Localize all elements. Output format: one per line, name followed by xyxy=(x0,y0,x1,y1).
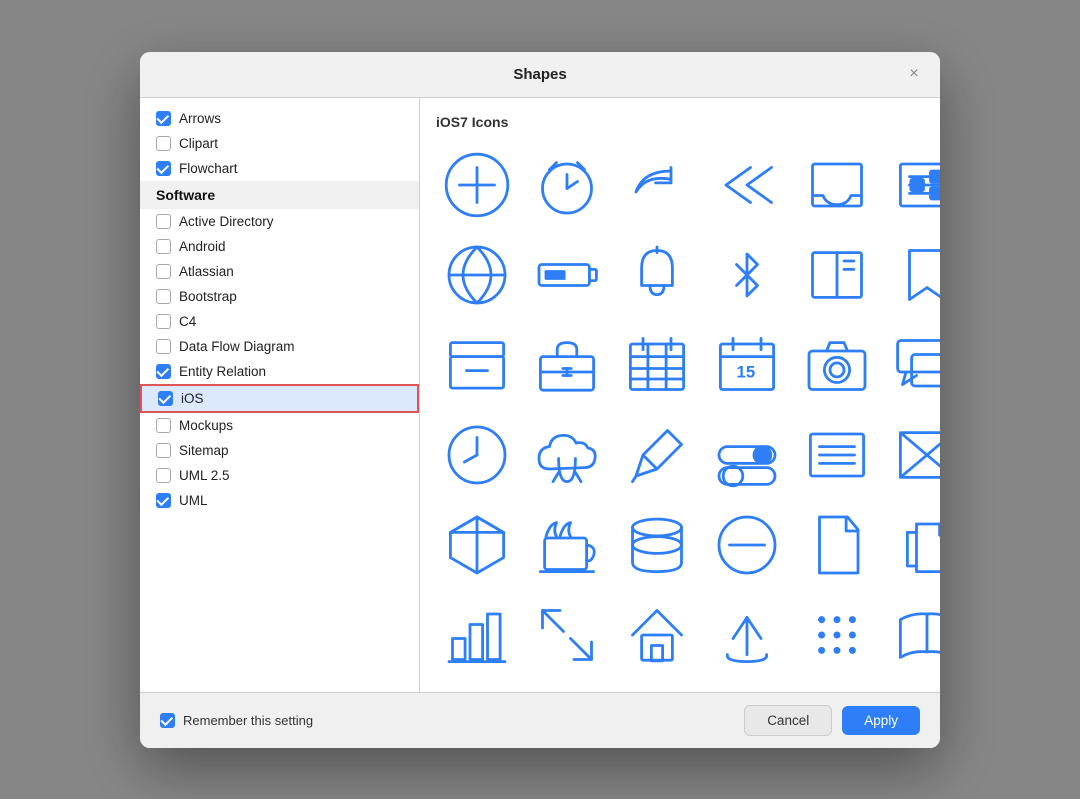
sidebar-label-uml: UML xyxy=(179,493,208,508)
sidebar-item-uml25[interactable]: UML 2.5 xyxy=(140,463,419,488)
close-button[interactable]: × xyxy=(904,64,924,84)
remember-label: Remember this setting xyxy=(183,713,313,728)
checkbox-arrows[interactable] xyxy=(156,111,171,126)
cancel-button[interactable]: Cancel xyxy=(744,705,832,736)
icon-battery[interactable] xyxy=(526,234,608,316)
icon-book[interactable] xyxy=(796,234,878,316)
checkbox-active-directory[interactable] xyxy=(156,214,171,229)
icon-basketball[interactable] xyxy=(436,234,518,316)
icon-edit[interactable] xyxy=(616,414,698,496)
dialog-title: Shapes xyxy=(513,66,566,83)
icon-minus-circle[interactable] xyxy=(706,504,788,586)
checkbox-sitemap[interactable] xyxy=(156,443,171,458)
icon-document[interactable] xyxy=(796,504,878,586)
checkbox-android[interactable] xyxy=(156,239,171,254)
sidebar-item-arrows[interactable]: Arrows xyxy=(140,106,419,131)
icon-database[interactable] xyxy=(616,504,698,586)
sidebar-item-data-flow[interactable]: Data Flow Diagram xyxy=(140,334,419,359)
sidebar-item-flowchart[interactable]: Flowchart xyxy=(140,156,419,181)
dialog-footer: Remember this setting Cancel Apply xyxy=(140,692,940,748)
sidebar-section-software: Software xyxy=(140,181,419,209)
icon-arrow-expand[interactable] xyxy=(526,594,608,676)
checkbox-entity-relation[interactable] xyxy=(156,364,171,379)
sidebar-label-c4: C4 xyxy=(179,314,196,329)
icon-inbox[interactable] xyxy=(796,144,878,226)
icon-upload[interactable] xyxy=(706,594,788,676)
checkbox-uml25[interactable] xyxy=(156,468,171,483)
sidebar-label-active-directory: Active Directory xyxy=(179,214,274,229)
icons-section-title: iOS7 Icons xyxy=(436,114,924,130)
checkbox-remember[interactable] xyxy=(160,713,175,728)
icon-grid-dots[interactable] xyxy=(796,594,878,676)
icon-archive[interactable] xyxy=(436,324,518,406)
sidebar-item-clipart[interactable]: Clipart xyxy=(140,131,419,156)
sidebar-label-bootstrap: Bootstrap xyxy=(179,289,237,304)
icon-open-book[interactable] xyxy=(886,594,940,676)
sidebar-item-android[interactable]: Android xyxy=(140,234,419,259)
icon-rewind[interactable] xyxy=(706,144,788,226)
checkbox-ios[interactable] xyxy=(158,391,173,406)
sidebar-label-data-flow: Data Flow Diagram xyxy=(179,339,295,354)
sidebar-item-active-directory[interactable]: Active Directory xyxy=(140,209,419,234)
dialog-body: Arrows Clipart Flowchart Software Active… xyxy=(140,98,940,692)
shapes-dialog: Shapes × Arrows Clipart Flowchart Sof xyxy=(140,52,940,748)
checkbox-bootstrap[interactable] xyxy=(156,289,171,304)
icon-bell[interactable] xyxy=(616,234,698,316)
sidebar-item-uml[interactable]: UML xyxy=(140,488,419,513)
sidebar-item-entity-relation[interactable]: Entity Relation xyxy=(140,359,419,384)
sidebar-label-uml25: UML 2.5 xyxy=(179,468,230,483)
icon-calendar-grid[interactable] xyxy=(616,324,698,406)
main-icons-area: iOS7 Icons xyxy=(420,98,940,692)
sidebar-label-atlassian: Atlassian xyxy=(179,264,234,279)
icon-house[interactable] xyxy=(616,594,698,676)
icon-alarm[interactable] xyxy=(526,144,608,226)
checkbox-clipart[interactable] xyxy=(156,136,171,151)
dialog-header: Shapes × xyxy=(140,52,940,98)
sidebar-label-arrows: Arrows xyxy=(179,111,221,126)
apply-button[interactable]: Apply xyxy=(842,706,920,735)
icon-coffee[interactable] xyxy=(526,504,608,586)
icon-documents[interactable] xyxy=(886,504,940,586)
checkbox-mockups[interactable] xyxy=(156,418,171,433)
sidebar-item-ios[interactable]: iOS xyxy=(140,384,419,413)
checkbox-data-flow[interactable] xyxy=(156,339,171,354)
checkbox-uml[interactable] xyxy=(156,493,171,508)
sidebar-label-android: Android xyxy=(179,239,226,254)
footer-remember: Remember this setting xyxy=(160,713,313,728)
sidebar-label-sitemap: Sitemap xyxy=(179,443,229,458)
checkbox-atlassian[interactable] xyxy=(156,264,171,279)
sidebar-label-clipart: Clipart xyxy=(179,136,218,151)
sidebar-item-c4[interactable]: C4 xyxy=(140,309,419,334)
checkbox-flowchart[interactable] xyxy=(156,161,171,176)
sidebar-label-flowchart: Flowchart xyxy=(179,161,238,176)
icon-camera[interactable] xyxy=(796,324,878,406)
shapes-sidebar: Arrows Clipart Flowchart Software Active… xyxy=(140,98,420,692)
svg-text:15: 15 xyxy=(737,362,756,381)
icon-calendar-15[interactable]: 15 xyxy=(706,324,788,406)
icon-bookmark[interactable] xyxy=(886,234,940,316)
icon-chat[interactable] xyxy=(886,324,940,406)
icon-reply[interactable] xyxy=(616,144,698,226)
sidebar-label-entity-relation: Entity Relation xyxy=(179,364,266,379)
sidebar-item-sitemap[interactable]: Sitemap xyxy=(140,438,419,463)
dialog-overlay[interactable]: Shapes × Arrows Clipart Flowchart Sof xyxy=(0,0,1080,799)
icon-briefcase[interactable] xyxy=(526,324,608,406)
checkbox-c4[interactable] xyxy=(156,314,171,329)
icon-cloud[interactable] xyxy=(526,414,608,496)
sidebar-label-mockups: Mockups xyxy=(179,418,233,433)
sidebar-label-ios: iOS xyxy=(181,391,204,406)
icon-toggle[interactable] xyxy=(706,414,788,496)
icon-clock[interactable] xyxy=(436,414,518,496)
icon-cube[interactable] xyxy=(436,504,518,586)
sidebar-item-mockups[interactable]: Mockups xyxy=(140,413,419,438)
icon-plus[interactable] xyxy=(436,144,518,226)
icon-list-lines[interactable] xyxy=(796,414,878,496)
icon-graph-bar[interactable] xyxy=(436,594,518,676)
icon-no-image[interactable] xyxy=(886,414,940,496)
icon-filter[interactable] xyxy=(886,144,940,226)
sidebar-item-atlassian[interactable]: Atlassian xyxy=(140,259,419,284)
sidebar-item-bootstrap[interactable]: Bootstrap xyxy=(140,284,419,309)
icons-grid: 15 xyxy=(436,144,924,676)
icon-bluetooth[interactable] xyxy=(706,234,788,316)
